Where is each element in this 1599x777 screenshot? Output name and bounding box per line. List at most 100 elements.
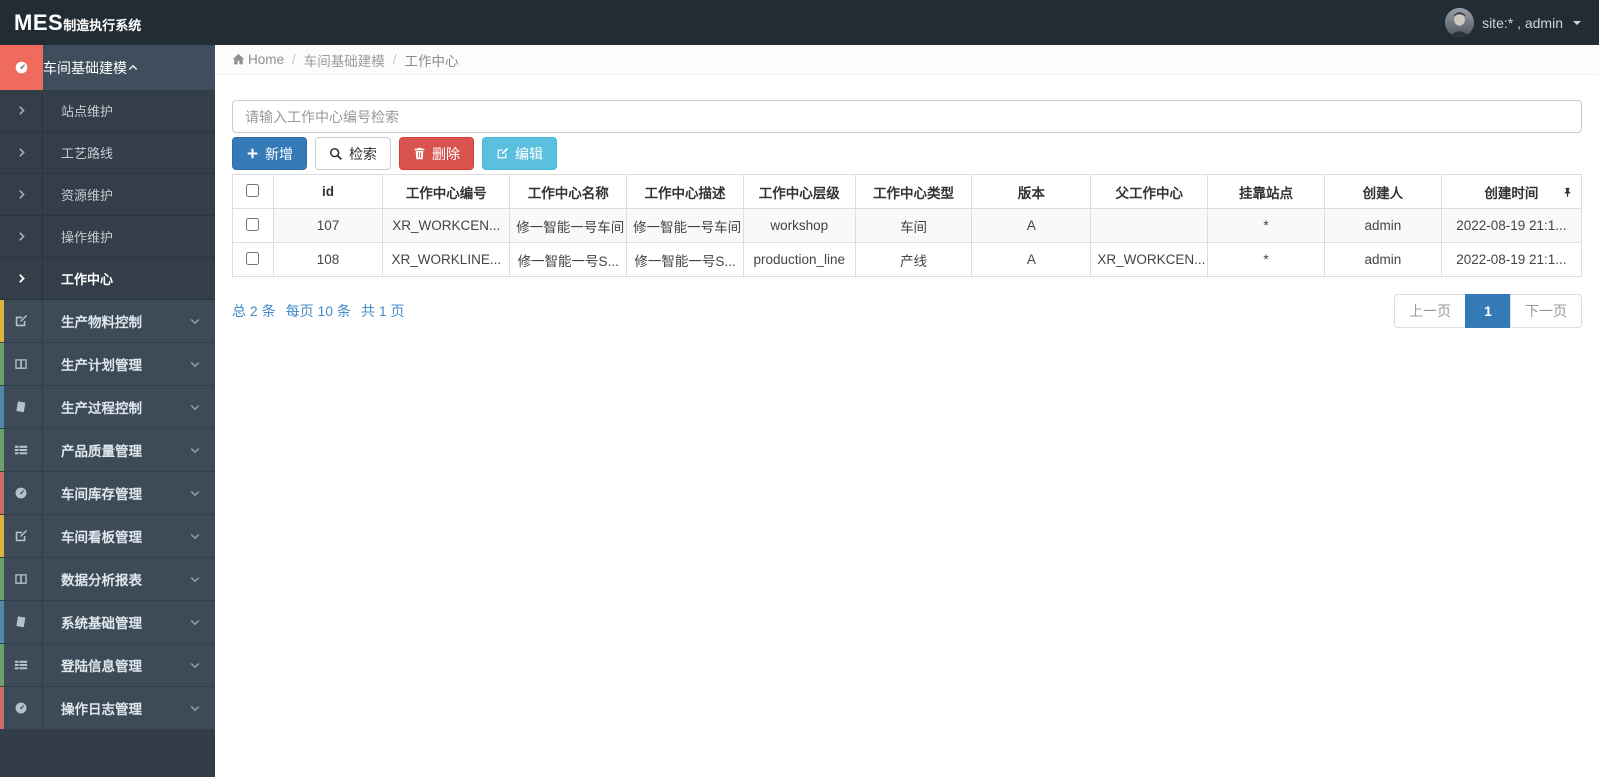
topbar: MES 制造执行系统 site:* , admin xyxy=(0,0,1599,45)
sidebar-subitem-station[interactable]: 站点维护 xyxy=(0,90,215,132)
prev-page-button[interactable]: 上一页 xyxy=(1394,294,1466,328)
sidebar-item-label: 生产物料控制 xyxy=(61,315,142,330)
pin-icon xyxy=(1562,186,1573,197)
chevron-right-icon xyxy=(0,132,43,173)
toolbar: 新增 检索 删除 编辑 xyxy=(232,137,1582,170)
user-label: site:* , admin xyxy=(1482,14,1563,31)
select-all-checkbox[interactable] xyxy=(246,183,260,197)
chevron-down-icon xyxy=(189,444,201,456)
color-strip xyxy=(0,386,4,428)
chevron-down-icon xyxy=(189,573,201,585)
app-title-short: MES xyxy=(14,9,64,35)
page-1-button[interactable]: 1 xyxy=(1465,294,1511,328)
sidebar-item-label: 生产计划管理 xyxy=(61,358,142,373)
home-icon xyxy=(232,53,245,66)
delete-button[interactable]: 删除 xyxy=(399,137,474,170)
chevron-down-icon xyxy=(189,702,201,714)
sidebar-subitem-label: 资源维护 xyxy=(61,188,114,203)
user-menu[interactable]: site:* , admin xyxy=(1445,8,1599,37)
sidebar-subitem-label: 站点维护 xyxy=(61,104,114,119)
sidebar-subitem-process-route[interactable]: 工艺路线 xyxy=(0,132,215,174)
sidebar-item-label: 登陆信息管理 xyxy=(61,659,142,674)
sidebar-item-plan-management[interactable]: 生产计划管理 xyxy=(0,343,215,386)
main-content: Home / 车间基础建模 / 工作中心 新增 检索 删除 编辑 xyxy=(215,45,1599,777)
chevron-down-icon xyxy=(189,315,201,327)
breadcrumb-separator: / xyxy=(392,52,397,67)
sidebar-item-process-control[interactable]: 生产过程控制 xyxy=(0,386,215,429)
breadcrumb-parent-link[interactable]: 车间基础建模 xyxy=(304,50,385,70)
column-header-creator: 创建人 xyxy=(1323,174,1442,209)
column-header-name: 工作中心名称 xyxy=(509,174,628,209)
sidebar-item-inventory-management[interactable]: 车间库存管理 xyxy=(0,472,215,515)
column-header-created: 创建时间 xyxy=(1440,174,1583,209)
add-button[interactable]: 新增 xyxy=(232,137,307,170)
pagination-summary: 总 2 条 每页 10 条 共 1 页 xyxy=(232,301,405,321)
row-checkbox[interactable] xyxy=(246,251,260,265)
chevron-right-icon xyxy=(0,258,43,299)
sidebar-subitem-label: 操作维护 xyxy=(61,230,114,245)
search-input[interactable] xyxy=(232,100,1582,133)
sidebar-item-login-info[interactable]: 登陆信息管理 xyxy=(0,644,215,687)
sidebar-item-workshop-modeling[interactable]: 车间基础建模 xyxy=(0,45,215,90)
sidebar-subitem-work-center[interactable]: 工作中心 xyxy=(0,258,215,300)
sidebar-item-label: 数据分析报表 xyxy=(61,573,142,588)
column-header-desc: 工作中心描述 xyxy=(626,174,744,209)
color-strip xyxy=(0,429,4,471)
table-row[interactable]: 108 XR_WORKLINE... 修一智能一号S... 修一智能一号S...… xyxy=(232,242,1583,277)
next-page-button[interactable]: 下一页 xyxy=(1510,294,1582,328)
breadcrumb: Home / 车间基础建模 / 工作中心 xyxy=(215,45,1599,75)
sidebar-item-label: 车间库存管理 xyxy=(61,487,142,502)
avatar xyxy=(1445,8,1475,37)
total-count: 总 2 条 xyxy=(232,303,276,319)
edit-icon xyxy=(0,515,43,557)
sidebar-subitem-label: 工作中心 xyxy=(61,272,114,287)
sidebar-subitem-resource[interactable]: 资源维护 xyxy=(0,174,215,216)
sidebar-item-label: 生产过程控制 xyxy=(61,401,142,416)
sidebar-item-label: 系统基础管理 xyxy=(61,616,142,631)
sidebar-item-quality-management[interactable]: 产品质量管理 xyxy=(0,429,215,472)
color-strip xyxy=(0,300,4,342)
sidebar-subitem-operation[interactable]: 操作维护 xyxy=(0,216,215,258)
sidebar-item-system-management[interactable]: 系统基础管理 xyxy=(0,601,215,644)
breadcrumb-home-link[interactable]: Home xyxy=(232,52,284,67)
columns-icon xyxy=(0,558,43,600)
sidebar-item-material-control[interactable]: 生产物料控制 xyxy=(0,300,215,343)
column-header-parent: 父工作中心 xyxy=(1090,174,1209,209)
table-row[interactable]: 107 XR_WORKCEN... 修一智能一号车间 修一智能一号车间 work… xyxy=(232,208,1583,243)
chevron-down-icon xyxy=(189,358,201,370)
work-center-table: id 工作中心编号 工作中心名称 工作中心描述 工作中心层级 工作中心类型 版本… xyxy=(232,174,1583,277)
row-checkbox[interactable] xyxy=(246,217,260,231)
chevron-down-icon xyxy=(189,530,201,542)
sidebar-item-label: 操作日志管理 xyxy=(61,702,142,717)
breadcrumb-current: 工作中心 xyxy=(404,53,459,69)
chevron-right-icon xyxy=(0,216,43,257)
color-strip xyxy=(0,687,4,729)
sidebar-item-label: 车间看板管理 xyxy=(61,530,142,545)
sidebar-item-analysis-reports[interactable]: 数据分析报表 xyxy=(0,558,215,601)
dashboard-icon xyxy=(0,687,43,729)
color-strip xyxy=(0,472,4,514)
page-count: 共 1 页 xyxy=(360,303,405,319)
edit-icon xyxy=(0,300,43,342)
sidebar-item-operation-logs[interactable]: 操作日志管理 xyxy=(0,687,215,730)
plus-icon xyxy=(246,147,259,160)
chevron-down-icon xyxy=(189,659,201,671)
sidebar-item-board-management[interactable]: 车间看板管理 xyxy=(0,515,215,558)
color-strip xyxy=(0,644,4,686)
search-icon xyxy=(329,147,343,161)
color-strip xyxy=(0,601,4,643)
app-title-rest: 制造执行系统 xyxy=(63,17,142,33)
app-logo[interactable]: MES 制造执行系统 xyxy=(0,10,215,36)
chevron-down-icon xyxy=(189,616,201,628)
sidebar-item-label: 产品质量管理 xyxy=(61,444,142,459)
edit-button[interactable]: 编辑 xyxy=(482,137,557,170)
column-header-station: 挂靠站点 xyxy=(1207,174,1325,209)
pagination: 上一页 1 下一页 xyxy=(1394,294,1582,328)
column-header-type: 工作中心类型 xyxy=(854,174,973,209)
list-icon xyxy=(0,429,43,471)
column-header-level: 工作中心层级 xyxy=(742,174,856,209)
page-size: 每页 10 条 xyxy=(285,303,351,319)
chevron-right-icon xyxy=(0,174,43,215)
breadcrumb-separator: / xyxy=(292,52,296,67)
search-button[interactable]: 检索 xyxy=(315,137,391,170)
